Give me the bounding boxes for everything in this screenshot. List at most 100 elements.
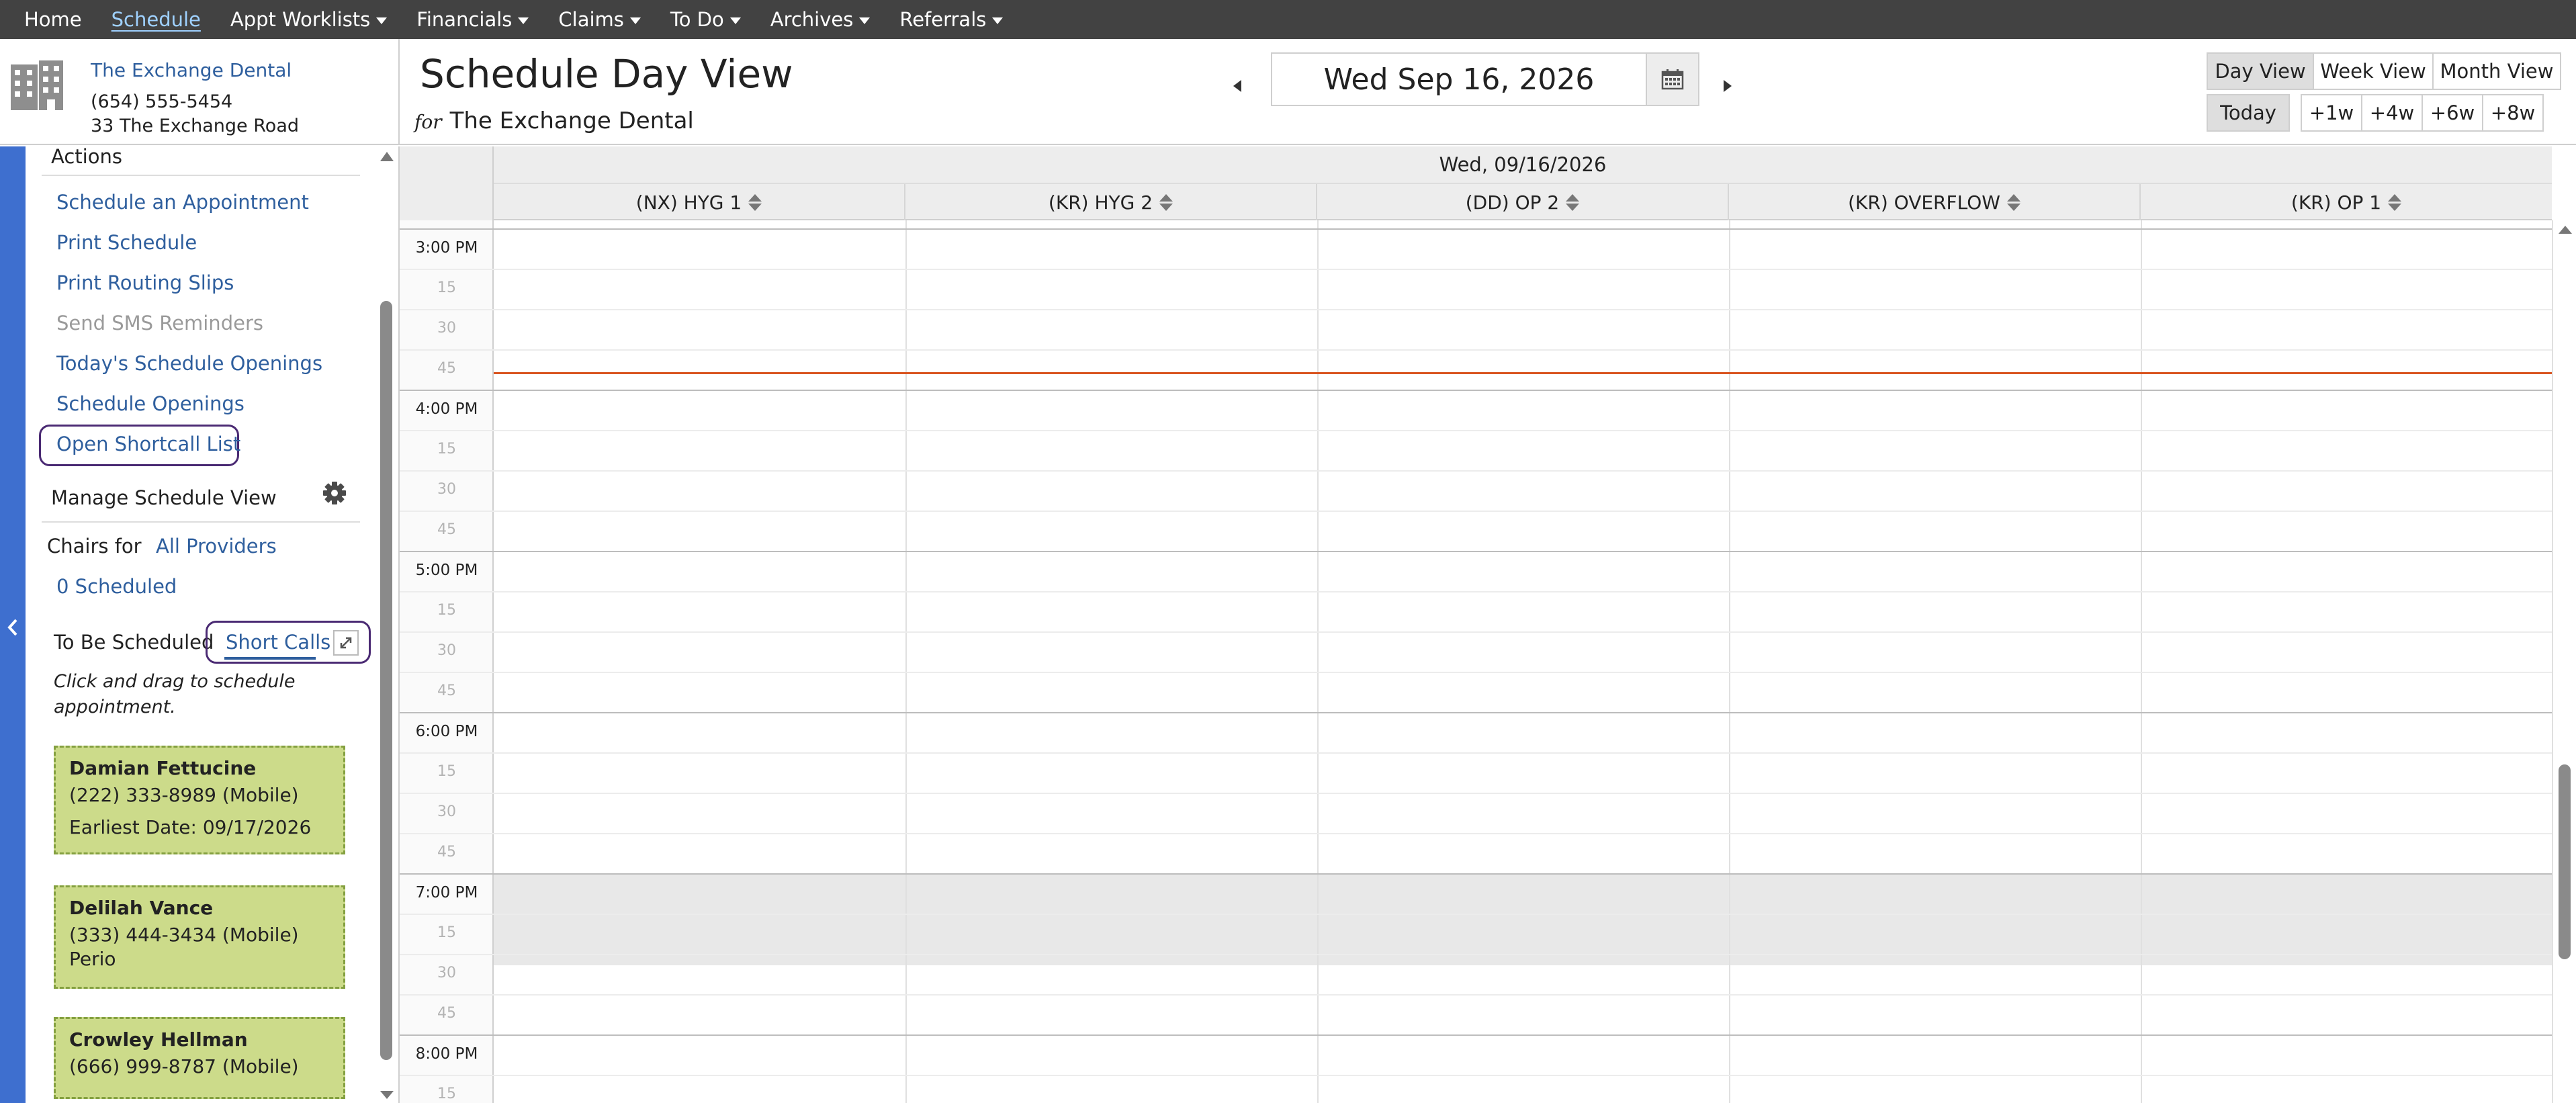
sort-icon[interactable] — [2388, 193, 2402, 211]
chevron-left-icon[interactable] — [6, 617, 19, 637]
time-slot-row[interactable]: 45 — [400, 833, 2552, 873]
send-sms-reminders-link: Send SMS Reminders — [56, 312, 263, 335]
short-calls-tab[interactable]: Short Calls — [226, 631, 330, 654]
month-view-button[interactable]: Month View — [2432, 52, 2561, 90]
shortcall-card[interactable]: Damian Fettucine (222) 333-8989 (Mobile)… — [54, 746, 345, 854]
todays-schedule-openings-link[interactable]: Today's Schedule Openings — [56, 352, 322, 375]
print-schedule-link[interactable]: Print Schedule — [56, 231, 197, 254]
nav-item-appt-worklists[interactable]: Appt Worklists — [230, 8, 388, 31]
chair-name: (KR) OVERFLOW — [1848, 191, 2000, 214]
calendar-picker-button[interactable] — [1646, 52, 1699, 106]
drag-hint: Click and drag to schedule appointment. — [54, 671, 296, 717]
nav-item-financials[interactable]: Financials — [416, 8, 529, 31]
schedule-appointment-link[interactable]: Schedule an Appointment — [56, 191, 309, 214]
sort-icon[interactable] — [2006, 193, 2020, 211]
time-slot-row[interactable]: 45 — [400, 672, 2552, 712]
grid-body[interactable]: 3:00 PM 15 30 45 4:00 PM 15 30 45 5:00 PM 15 30 45 6… — [400, 220, 2552, 1103]
sort-icon[interactable] — [1159, 193, 1173, 211]
appointment-note: Perio — [69, 948, 116, 970]
jump-8w-button[interactable]: +8w — [2482, 94, 2544, 132]
sort-icon[interactable] — [1566, 193, 1580, 211]
today-button[interactable]: Today — [2207, 94, 2290, 132]
schedule-openings-link[interactable]: Schedule Openings — [56, 392, 245, 415]
nav-item-label: To Do — [670, 8, 724, 31]
jump-1w-button[interactable]: +1w — [2301, 94, 2362, 132]
time-slot-row[interactable]: 3:00 PM — [400, 228, 2552, 269]
time-slot-row[interactable]: 15 — [400, 914, 2552, 954]
earliest-date: Earliest Date: 09/17/2026 — [69, 816, 312, 838]
time-slot-label: 15 — [437, 441, 456, 457]
shortcall-card[interactable]: Delilah Vance (333) 444-3434 (Mobile) Pe… — [54, 885, 345, 989]
day-view-button[interactable]: Day View — [2207, 52, 2314, 90]
time-slot-row[interactable]: 7:00 PM — [400, 873, 2552, 914]
patient-name: Crowley Hellman — [69, 1028, 248, 1051]
next-day-button[interactable] — [1720, 76, 1740, 96]
time-slot-row[interactable]: 4:00 PM — [400, 390, 2552, 430]
expand-button[interactable] — [333, 630, 359, 656]
time-slot-label: 15 — [437, 763, 456, 780]
scroll-up-icon[interactable] — [2559, 226, 2572, 234]
chair-header[interactable]: (KR) OVERFLOW — [1729, 184, 2141, 220]
time-slot-row[interactable]: 15 — [400, 269, 2552, 309]
caret-down-icon — [859, 17, 871, 24]
nav-item-schedule[interactable]: Schedule — [112, 8, 201, 31]
grid-date-header: Wed, 09/16/2026 — [494, 146, 2552, 184]
time-slot-row[interactable]: 15 — [400, 591, 2552, 631]
scrollbar-thumb[interactable] — [2559, 764, 2571, 959]
nav-item-home[interactable]: Home — [24, 8, 82, 31]
time-slot-row[interactable]: 15 — [400, 1075, 2552, 1103]
patient-name: Delilah Vance — [69, 897, 214, 919]
time-slot-row[interactable]: 30 — [400, 309, 2552, 349]
actions-title: Actions — [51, 146, 122, 168]
grid-scrollbar[interactable] — [2552, 220, 2576, 1103]
chairs-for-label: Chairs for — [47, 535, 142, 558]
chair-header[interactable]: (NX) HYG 1 — [494, 184, 905, 220]
gear-icon[interactable] — [321, 480, 348, 506]
time-slot-row[interactable]: 45 — [400, 994, 2552, 1034]
time-slot-row[interactable]: 45 — [400, 349, 2552, 390]
jump-4w-button[interactable]: +4w — [2361, 94, 2423, 132]
chair-header[interactable]: (DD) OP 2 — [1317, 184, 1729, 220]
date-field[interactable]: Wed Sep 16, 2026 — [1271, 52, 1647, 106]
previous-day-button[interactable] — [1229, 76, 1249, 96]
time-slot-row[interactable]: 8:00 PM — [400, 1034, 2552, 1075]
patient-phone: (333) 444-3434 (Mobile) — [69, 924, 299, 946]
time-slot-row[interactable]: 6:00 PM — [400, 712, 2552, 752]
week-view-button[interactable]: Week View — [2313, 52, 2434, 90]
scrollbar-thumb[interactable] — [380, 301, 392, 1060]
open-shortcall-list-link[interactable]: Open Shortcall List — [56, 433, 240, 455]
print-routing-slips-link[interactable]: Print Routing Slips — [56, 271, 234, 294]
practice-name-link[interactable]: The Exchange Dental — [91, 59, 292, 81]
time-slot-row[interactable]: 30 — [400, 631, 2552, 672]
left-panel-scrollbar[interactable] — [375, 146, 400, 1103]
patient-phone: (222) 333-8989 (Mobile) — [69, 784, 299, 806]
patient-name: Damian Fettucine — [69, 757, 257, 779]
time-slot-row[interactable]: 30 — [400, 954, 2552, 994]
nav-item-to-do[interactable]: To Do — [670, 8, 741, 31]
scroll-up-icon[interactable] — [380, 152, 394, 161]
for-prefix: for — [414, 111, 442, 133]
time-slot-row[interactable]: 15 — [400, 430, 2552, 470]
time-slot-label: 4:00 PM — [415, 400, 478, 418]
all-providers-link[interactable]: All Providers — [156, 535, 277, 558]
time-slot-row[interactable]: 30 — [400, 793, 2552, 833]
scheduled-count-link[interactable]: 0 Scheduled — [56, 575, 177, 598]
nav-item-claims[interactable]: Claims — [558, 8, 641, 31]
time-slot-row[interactable]: 45 — [400, 511, 2552, 551]
caret-down-icon — [992, 17, 1004, 24]
shortcall-card[interactable]: Crowley Hellman (666) 999-8787 (Mobile) — [54, 1017, 345, 1099]
time-slot-label: 5:00 PM — [415, 562, 478, 579]
nav-item-referrals[interactable]: Referrals — [899, 8, 1004, 31]
time-slot-label: 30 — [437, 803, 456, 820]
manage-schedule-view-title: Manage Schedule View — [51, 486, 277, 509]
jump-6w-button[interactable]: +6w — [2422, 94, 2483, 132]
chair-header[interactable]: (KR) HYG 2 — [905, 184, 1317, 220]
scroll-down-icon[interactable] — [380, 1091, 394, 1099]
time-slot-row[interactable]: 15 — [400, 752, 2552, 793]
chair-header[interactable]: (KR) OP 1 — [2141, 184, 2552, 220]
time-slot-row[interactable]: 5:00 PM — [400, 551, 2552, 591]
sort-icon[interactable] — [748, 193, 762, 211]
time-slot-label: 45 — [437, 521, 456, 538]
nav-item-archives[interactable]: Archives — [770, 8, 871, 31]
time-slot-row[interactable]: 30 — [400, 470, 2552, 511]
